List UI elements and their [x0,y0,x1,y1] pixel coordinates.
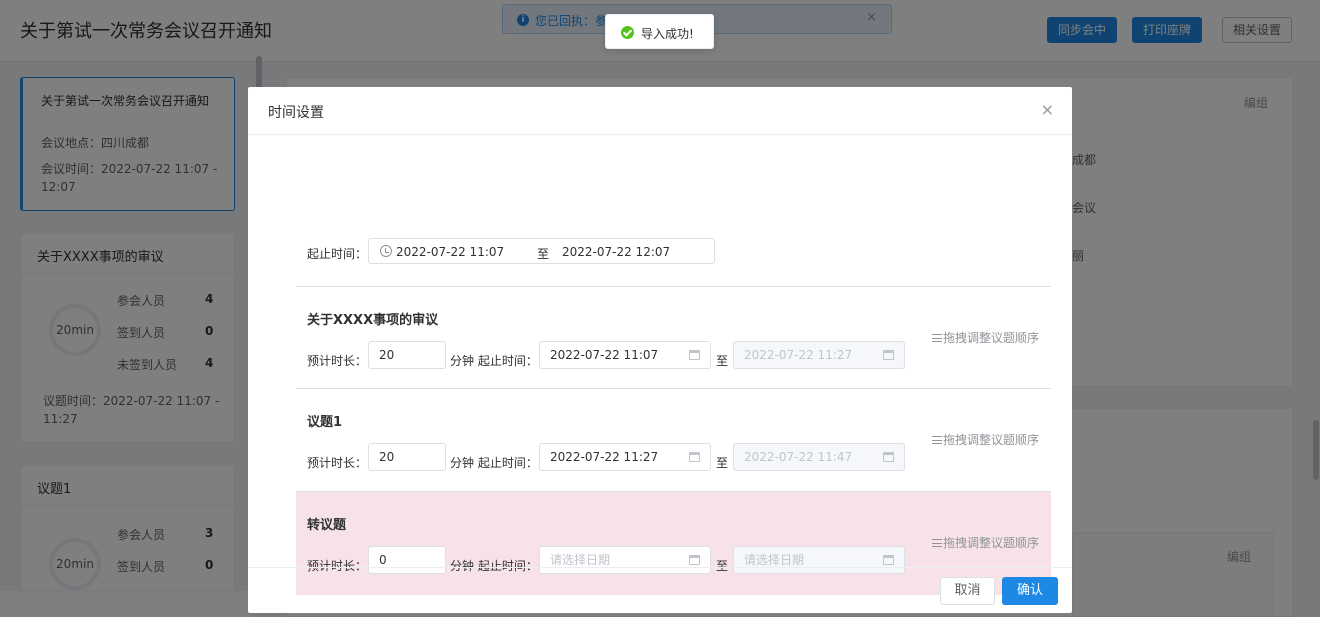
confirm-button[interactable]: 确认 [1002,577,1058,605]
range-start-value[interactable]: 2022-07-22 11:07 [396,245,504,259]
to-label: 至 [716,456,729,470]
close-icon[interactable]: × [1041,100,1054,119]
calendar-icon [689,452,700,462]
topic-section[interactable]: 议题1 预计时长： 20 分钟 起止时间： 2022-07-22 11:27 至… [296,388,1051,491]
range-separator: 至 [537,247,550,261]
range-end-value[interactable]: 2022-07-22 12:07 [562,245,670,259]
drag-hint-text: 拖拽调整议题顺序 [943,536,1040,550]
topic-title: 转议题 [307,518,347,533]
end-date-value: 2022-07-22 11:47 [744,450,853,464]
list-icon [932,334,942,342]
range-label: 起止时间： [307,247,368,261]
meeting-time-range-picker[interactable]: 2022-07-22 11:07 至 2022-07-22 12:07 [368,238,715,264]
time-settings-dialog: 时间设置 × 起止时间： 2022-07-22 11:07 至 2022-07-… [248,87,1072,613]
to-label: 至 [716,354,729,368]
dialog-body: 起止时间： 2022-07-22 11:07 至 2022-07-22 12:0… [248,135,1072,595]
drag-hint-text: 拖拽调整议题顺序 [943,331,1040,345]
dialog-footer: 取消 确认 [248,567,1072,613]
start-date-value: 2022-07-22 11:27 [550,450,659,464]
cancel-button[interactable]: 取消 [940,577,995,605]
clock-icon [380,245,392,257]
duration-label: 预计时长： [307,456,368,470]
start-date-placeholder: 请选择日期 [550,553,611,567]
toast-message: 导入成功! [641,27,694,41]
list-icon [932,539,942,547]
end-date-placeholder: 请选择日期 [744,553,805,567]
success-toast: 导入成功! [605,14,714,49]
duration-input[interactable]: 20 [368,443,446,471]
calendar-icon [883,452,894,462]
topic-title: 议题1 [307,415,343,430]
unit-label: 分钟 起止时间： [450,456,538,470]
duration-input[interactable]: 20 [368,341,446,369]
start-date-value: 2022-07-22 11:07 [550,348,659,362]
topic-title: 关于XXXX事项的审议 [307,313,439,328]
end-date-input: 2022-07-22 11:47 [733,443,905,471]
end-date-input: 2022-07-22 11:27 [733,341,905,369]
drag-reorder-handle[interactable]: 拖拽调整议题顺序 [932,534,1039,551]
drag-reorder-handle[interactable]: 拖拽调整议题顺序 [932,431,1039,448]
start-date-input[interactable]: 2022-07-22 11:27 [539,443,711,471]
drag-reorder-handle[interactable]: 拖拽调整议题顺序 [932,329,1039,346]
unit-label: 分钟 起止时间： [450,354,538,368]
list-icon [932,436,942,444]
check-circle-icon [621,26,634,39]
duration-label: 预计时长： [307,354,368,368]
start-date-input[interactable]: 2022-07-22 11:07 [539,341,711,369]
calendar-icon [689,350,700,360]
topic-section[interactable]: 关于XXXX事项的审议 预计时长： 20 分钟 起止时间： 2022-07-22… [296,286,1051,389]
calendar-icon [883,350,894,360]
calendar-icon [883,555,894,565]
end-date-value: 2022-07-22 11:27 [744,348,853,362]
dialog-title: 时间设置 [268,105,324,121]
calendar-icon [689,555,700,565]
dialog-header: 时间设置 × [248,87,1072,135]
drag-hint-text: 拖拽调整议题顺序 [943,433,1040,447]
